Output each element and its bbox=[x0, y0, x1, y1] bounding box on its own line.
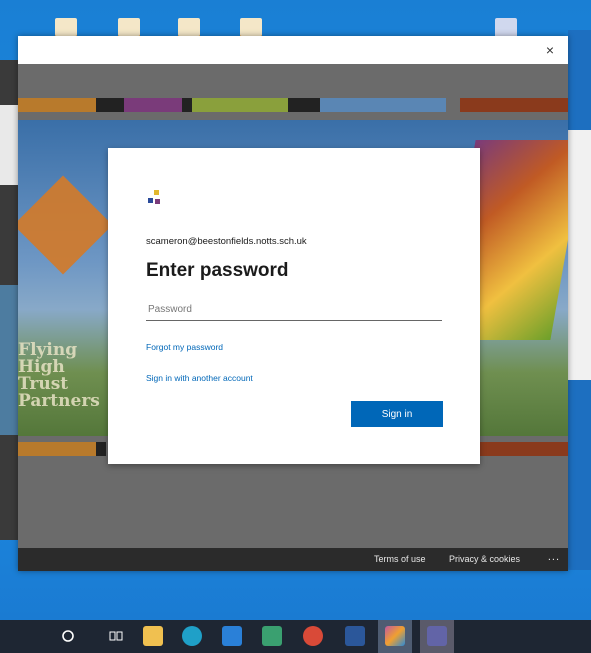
trust-text-line: Partners bbox=[18, 391, 100, 411]
stripe-segment bbox=[192, 98, 288, 112]
background-window-part bbox=[0, 285, 18, 435]
photos-icon[interactable] bbox=[262, 626, 282, 646]
window-titlebar: × bbox=[18, 36, 568, 64]
trust-logo-text: Flying High Trust Partners bbox=[18, 342, 118, 410]
password-input[interactable] bbox=[146, 298, 442, 321]
background-window-part bbox=[0, 105, 18, 185]
color-stripe-top bbox=[18, 98, 568, 112]
stripe-segment bbox=[320, 98, 446, 112]
logo-dot bbox=[155, 199, 160, 204]
signin-card: scameron@beestonfields.notts.sch.uk Ente… bbox=[108, 148, 480, 464]
logo-dot bbox=[148, 198, 153, 203]
word-icon[interactable] bbox=[345, 626, 365, 646]
stripe-segment bbox=[460, 98, 568, 112]
terms-link[interactable]: Terms of use bbox=[374, 554, 426, 564]
more-options-button[interactable]: ... bbox=[548, 551, 560, 563]
taskbar bbox=[0, 620, 591, 653]
kite-app-icon[interactable] bbox=[385, 626, 405, 646]
forgot-password-link[interactable]: Forgot my password bbox=[146, 342, 223, 352]
store-icon[interactable] bbox=[143, 626, 163, 646]
privacy-link[interactable]: Privacy & cookies bbox=[449, 554, 520, 564]
stripe-segment bbox=[18, 442, 96, 456]
window-footer: Terms of use Privacy & cookies ... bbox=[18, 548, 568, 571]
kite-image bbox=[18, 175, 113, 275]
account-email: scameron@beestonfields.notts.sch.uk bbox=[146, 236, 307, 247]
background-window-part bbox=[568, 130, 591, 380]
logo-dot bbox=[154, 190, 159, 195]
teams-icon[interactable] bbox=[427, 626, 447, 646]
organization-logo-icon bbox=[146, 190, 164, 208]
task-view-icon[interactable] bbox=[106, 626, 126, 646]
stripe-segment bbox=[96, 442, 106, 456]
background-window-left bbox=[0, 60, 18, 540]
background-window-right bbox=[568, 30, 591, 570]
search-circle-icon[interactable] bbox=[58, 626, 78, 646]
page-title: Enter password bbox=[146, 260, 289, 281]
stripe-segment bbox=[288, 98, 320, 112]
edge-icon[interactable] bbox=[182, 626, 202, 646]
stripe-segment bbox=[124, 98, 182, 112]
stripe-segment bbox=[480, 442, 568, 456]
sign-in-button[interactable]: Sign in bbox=[351, 401, 443, 427]
mail-icon[interactable] bbox=[222, 626, 242, 646]
close-icon[interactable]: × bbox=[540, 40, 560, 60]
stripe-segment bbox=[182, 98, 192, 112]
stripe-segment bbox=[96, 98, 124, 112]
chrome-icon[interactable] bbox=[303, 626, 323, 646]
other-account-link[interactable]: Sign in with another account bbox=[146, 373, 253, 383]
stripe-segment bbox=[18, 98, 96, 112]
